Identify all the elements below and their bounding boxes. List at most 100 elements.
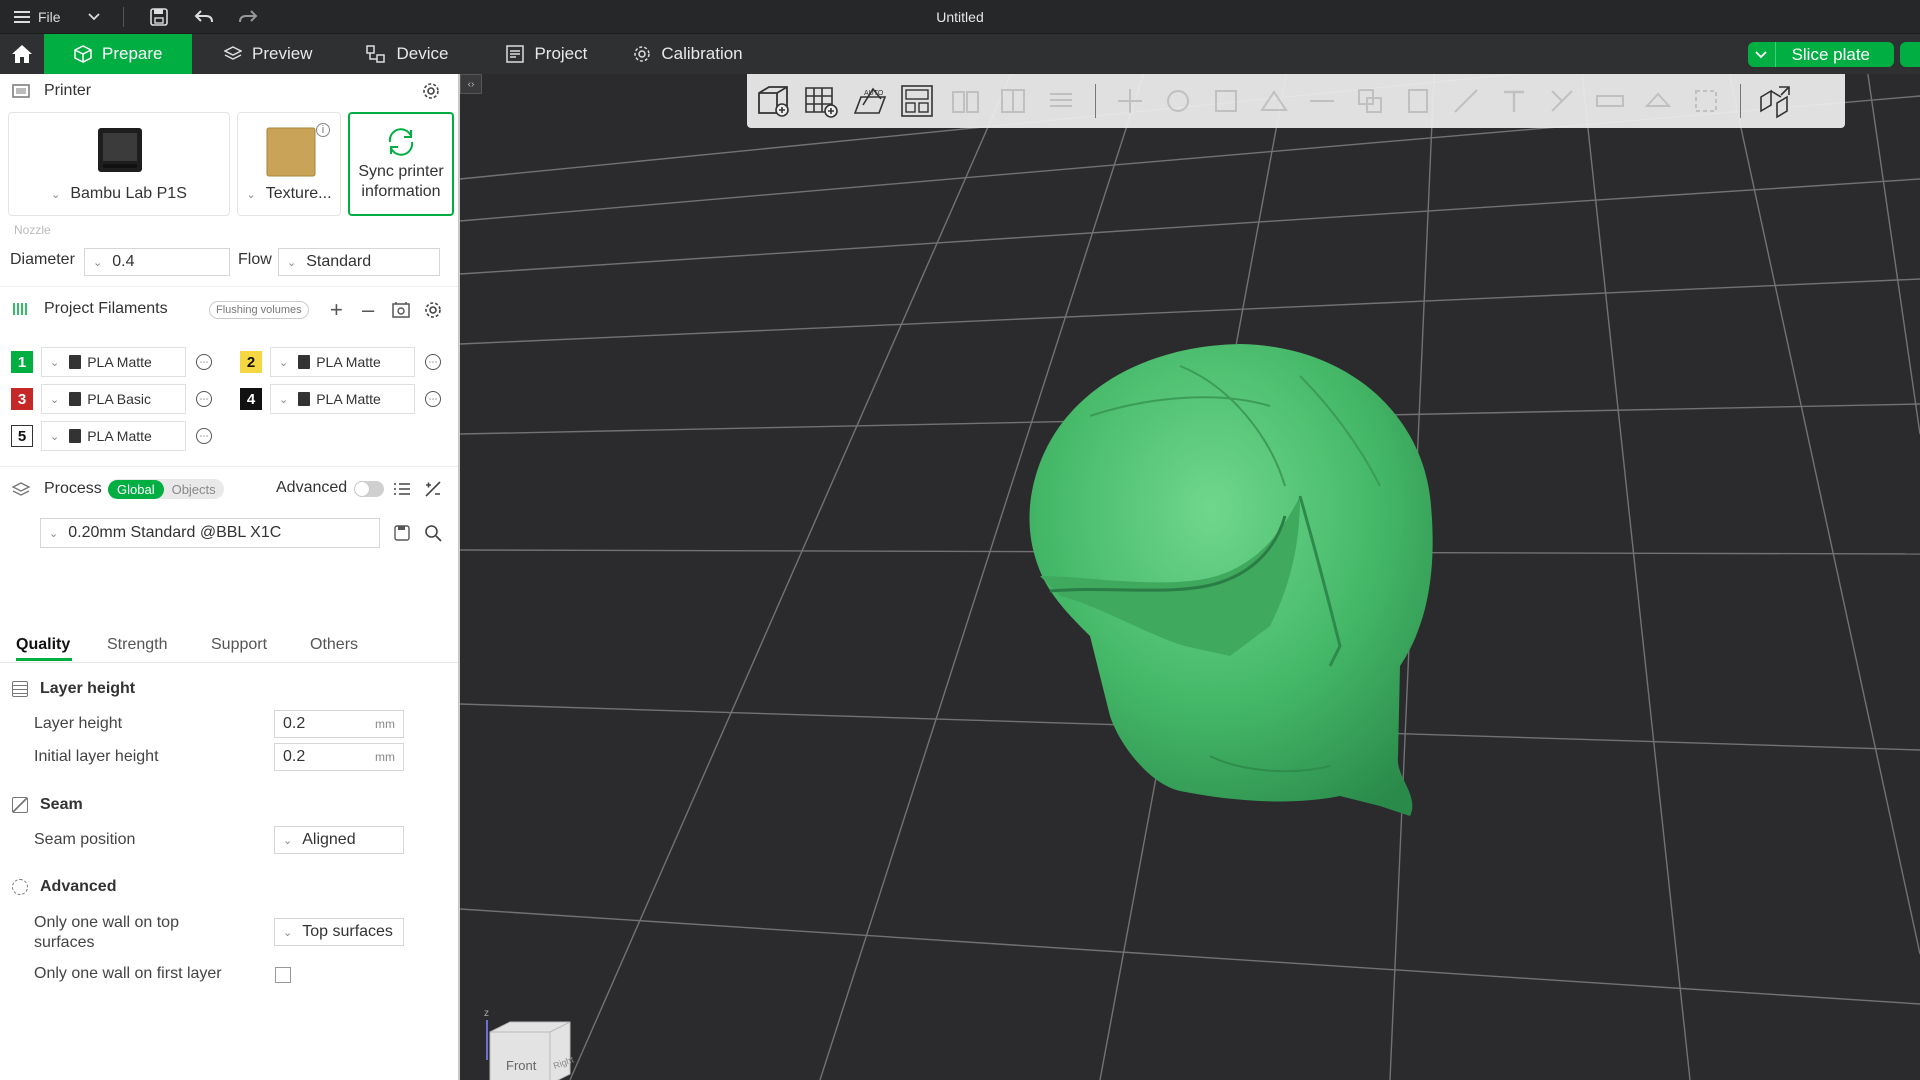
more-icon[interactable]: ⋯: [425, 391, 441, 407]
flow-value: Standard: [306, 253, 372, 270]
layers-editing-button[interactable]: [1041, 81, 1081, 121]
chevron-down-icon: [1755, 50, 1767, 58]
process-profile-select[interactable]: ⌄ 0.20mm Standard @BBL X1C: [40, 518, 380, 548]
one-wall-top-select[interactable]: ⌄ Top surfaces: [274, 918, 404, 946]
text-tool-button[interactable]: [1494, 81, 1534, 121]
filament-slot-5[interactable]: 5 ⌄ PLA Matte ⋯: [11, 421, 212, 451]
flushing-volumes-button[interactable]: Flushing volumes: [209, 301, 309, 319]
filament-slot-2[interactable]: 2 ⌄ PLA Matte ⋯: [240, 347, 441, 377]
explode-view-button[interactable]: [1755, 81, 1795, 121]
arrange-button[interactable]: [897, 81, 937, 121]
support-paint-button[interactable]: [1398, 81, 1438, 121]
auto-orient-button[interactable]: AUTO: [849, 81, 889, 121]
boolean-tool-button[interactable]: [1350, 81, 1390, 121]
filament-name: PLA Matte: [316, 391, 381, 407]
assembly-view-button[interactable]: [1638, 81, 1678, 121]
seam-paint-button[interactable]: [1446, 81, 1486, 121]
redo-button[interactable]: [238, 0, 258, 34]
slice-plate-button[interactable]: Slice plate: [1747, 42, 1894, 67]
advanced-group-title: Advanced: [12, 878, 116, 896]
tab-device[interactable]: Device: [340, 34, 476, 74]
tab-quality[interactable]: Quality: [16, 636, 70, 654]
compare-button[interactable]: [424, 481, 442, 502]
add-plate-button[interactable]: [801, 81, 841, 121]
menu-dropdown-button[interactable]: [87, 0, 101, 34]
process-scope-toggle[interactable]: Global Objects: [108, 479, 224, 499]
view-cube[interactable]: z Front Right: [470, 1004, 580, 1080]
undo-button[interactable]: [194, 0, 214, 34]
split-parts-button[interactable]: [993, 81, 1033, 121]
initial-layer-height-input[interactable]: 0.2 mm: [274, 743, 404, 771]
lay-on-face-button[interactable]: [1254, 81, 1294, 121]
filament-select[interactable]: ⌄ PLA Matte: [270, 384, 415, 414]
tab-others[interactable]: Others: [310, 636, 358, 654]
objects-option[interactable]: Objects: [164, 480, 224, 499]
seam-group-title: Seam: [12, 796, 83, 814]
more-icon[interactable]: ⋯: [196, 428, 212, 444]
add-object-button[interactable]: [753, 81, 793, 121]
seam-position-value: Aligned: [302, 831, 356, 848]
tab-strength[interactable]: Strength: [107, 636, 167, 654]
filament-slot-3[interactable]: 3 ⌄ PLA Basic ⋯: [11, 384, 212, 414]
seam-position-select[interactable]: ⌄ Aligned: [274, 826, 404, 854]
diameter-select[interactable]: ⌄ 0.4: [84, 248, 230, 276]
list-view-button[interactable]: [393, 481, 411, 502]
filament-settings-button[interactable]: [424, 301, 442, 324]
nozzle-label: Nozzle: [14, 223, 51, 237]
flow-select[interactable]: ⌄ Standard: [278, 248, 440, 276]
filament-select[interactable]: ⌄ PLA Matte: [270, 347, 415, 377]
filament-select[interactable]: ⌄ PLA Matte: [41, 347, 186, 377]
chevron-down-icon: ⌄: [279, 393, 289, 406]
export-options-button[interactable]: [1900, 42, 1920, 67]
layer-height-input[interactable]: 0.2 mm: [274, 710, 404, 738]
printer-settings-button[interactable]: [422, 82, 440, 105]
fit-view-button[interactable]: [1686, 81, 1726, 121]
3d-viewport[interactable]: AUTO ‹› z Front Right: [460, 74, 1920, 1080]
split-objects-button[interactable]: [945, 81, 985, 121]
tab-support[interactable]: Support: [211, 636, 267, 654]
more-icon[interactable]: ⋯: [196, 391, 212, 407]
slice-options-button[interactable]: [1748, 42, 1776, 67]
cut-tool-button[interactable]: [1302, 81, 1342, 121]
more-icon[interactable]: ⋯: [196, 354, 212, 370]
tab-preview[interactable]: Preview: [192, 34, 340, 74]
save-profile-button[interactable]: [394, 525, 410, 546]
printer-select-card[interactable]: ⌄ Bambu Lab P1S: [8, 112, 230, 216]
one-wall-first-layer-label: Only one wall on first layer: [34, 965, 222, 982]
sync-printer-button[interactable]: Sync printer information: [348, 112, 454, 216]
search-button[interactable]: [424, 524, 442, 547]
green-helmet-model[interactable]: [1000, 336, 1500, 856]
filament-select[interactable]: ⌄ PLA Matte: [41, 421, 186, 451]
global-option[interactable]: Global: [108, 479, 164, 499]
move-tool-button[interactable]: [1110, 81, 1150, 121]
toolbar-divider: [1740, 84, 1741, 118]
filament-select[interactable]: ⌄ PLA Basic: [41, 384, 186, 414]
printer-name: Bambu Lab P1S: [70, 185, 187, 202]
tab-project[interactable]: Project: [476, 34, 615, 74]
filament-slot-4[interactable]: 4 ⌄ PLA Matte ⋯: [240, 384, 441, 414]
split-parts-icon: [1001, 89, 1025, 113]
file-menu-button[interactable]: File: [14, 0, 61, 34]
add-filament-button[interactable]: +: [330, 299, 343, 321]
tab-calibration[interactable]: Calibration: [615, 34, 770, 74]
filament-sync-button[interactable]: [392, 301, 410, 324]
remove-filament-button[interactable]: –: [362, 299, 374, 321]
measure-tool-button[interactable]: [1590, 81, 1630, 121]
tab-prepare[interactable]: Prepare: [44, 34, 192, 74]
collapse-sidebar-button[interactable]: ‹›: [460, 74, 482, 94]
one-wall-first-layer-checkbox[interactable]: [275, 967, 291, 983]
rotate-tool-button[interactable]: [1158, 81, 1198, 121]
plate-select-card[interactable]: i ⌄ Texture...: [237, 112, 341, 216]
cut-icon: [1310, 100, 1334, 102]
advanced-toggle[interactable]: [354, 481, 384, 497]
home-button[interactable]: [0, 34, 44, 74]
scale-tool-button[interactable]: [1206, 81, 1246, 121]
more-icon[interactable]: ⋯: [425, 354, 441, 370]
filament-slot-1[interactable]: 1 ⌄ PLA Matte ⋯: [11, 347, 212, 377]
color-paint-button[interactable]: [1542, 81, 1582, 121]
settings-panel: Printer ⌄ Bambu Lab P1S i ⌄ Texture... S…: [0, 74, 460, 1080]
list-icon: [394, 483, 410, 495]
save-button[interactable]: [149, 0, 168, 34]
unit-label: mm: [375, 750, 395, 764]
info-icon[interactable]: i: [316, 123, 330, 137]
